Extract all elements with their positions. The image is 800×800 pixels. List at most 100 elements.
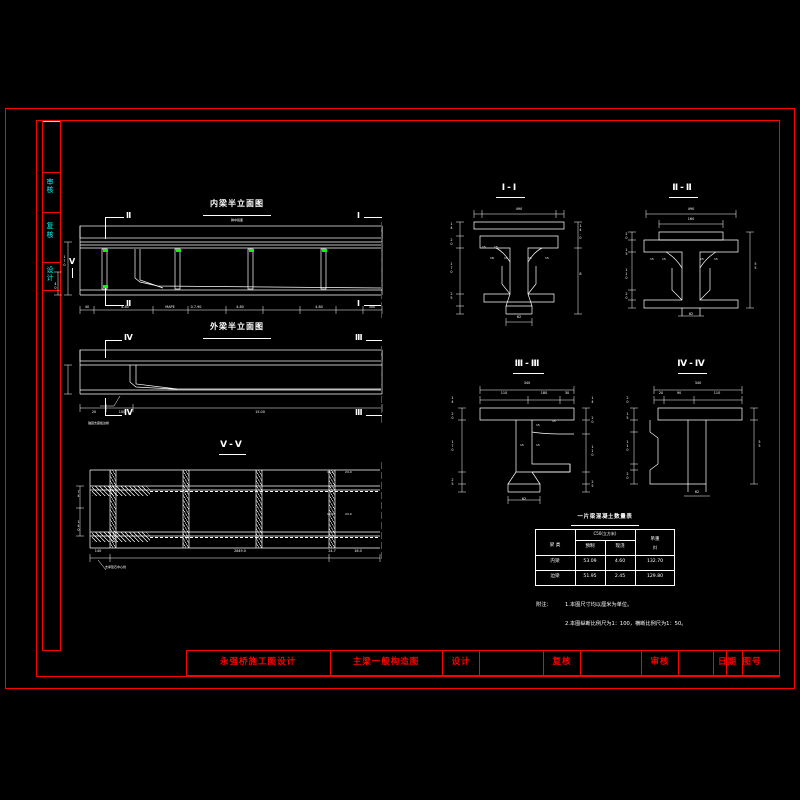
section-2-title: Ⅱ-Ⅱ <box>672 183 694 193</box>
table-row-edge-type: 边梁 <box>550 574 560 579</box>
vv-hatch-top <box>92 486 150 496</box>
vv-dashed-upper <box>150 491 380 492</box>
section-1-inner-5: 15 <box>528 256 532 260</box>
section-4-left-dim-4: 20 <box>625 472 630 480</box>
table-row-inner-precast: 53.09 <box>583 559 597 564</box>
mark-II-top-leader <box>105 217 124 218</box>
mark-I-top-leader <box>364 217 382 218</box>
inner-dim-1: 40 <box>84 305 90 309</box>
tbl-header-unit: (t) <box>652 545 658 550</box>
inner-side-dim-2: 40 <box>53 282 58 290</box>
mark-IV-top-leader <box>105 340 122 341</box>
section-1-inner-1: 15 <box>482 245 486 249</box>
title-block-label-riqi: 日期 <box>718 657 738 667</box>
table-row-inner-cast: 4.60 <box>614 559 626 564</box>
inner-frame-left <box>36 120 37 677</box>
table-row-edge-cast: 2.45 <box>614 574 626 579</box>
margin-box-right <box>60 120 61 650</box>
tb-div-4 <box>543 650 544 676</box>
vv-leader-note: 支承垫石中心线 <box>105 565 127 569</box>
section-1-inner-6: 15 <box>545 256 549 260</box>
tb-bottom <box>186 675 780 676</box>
tb-left <box>186 650 187 676</box>
vv-dashed-lower <box>150 537 380 538</box>
outer-elevation-title: 外梁半立面图 <box>210 322 264 331</box>
section-4-top-dim-1: 340 <box>694 381 702 385</box>
cad-canvas: 审核 复核 设计 内梁半立面图 跨中截面 Ⅱ Ⅰ Ⅱ Ⅰ 40 4.80 MAP… <box>0 0 800 800</box>
vv-label-4: 24.0 <box>345 512 352 516</box>
section-1-left-dim-4: 25 <box>449 292 454 300</box>
tbl-border-top <box>535 529 675 530</box>
vv-plan-geometry <box>76 469 381 571</box>
title-block-drawing-name: 主梁一般构造图 <box>352 657 420 667</box>
vv-title-underline <box>219 454 246 455</box>
section-1-right-dim-1: 14.0 <box>578 224 583 240</box>
vv-side-dim-2: 140 <box>76 520 81 532</box>
section-4-bot-dim: 62 <box>694 490 700 494</box>
section-2-left-dim-2: 15 <box>624 248 629 256</box>
section-4-right-dim-1: 55 <box>757 440 762 448</box>
inner-frame-bottom <box>36 676 780 677</box>
inner-elevation-title-underline <box>203 215 271 216</box>
section-3-left-dim-3: 170 <box>450 440 455 452</box>
margin-box-left <box>42 120 43 650</box>
vv-dim-3: 24.7 <box>328 549 336 553</box>
bearing-4 <box>103 285 108 288</box>
mark-III-top-leader <box>366 340 382 341</box>
quantity-table-title: 一片梁混凝土数量表 <box>577 514 633 520</box>
mark-IV-top-left: Ⅳ <box>124 333 133 342</box>
inner-dim-7: 300 <box>368 305 376 309</box>
title-block-label-sheji: 设计 <box>451 657 471 667</box>
section-4-top-dim-3: 90 <box>676 391 682 395</box>
section-3-left-dim-2: 20 <box>450 412 455 420</box>
bearing-3 <box>249 249 254 252</box>
section-2-left-dim-3: 110 <box>624 268 629 280</box>
title-block: 永强桥施工图设计 主梁一般构造图 设计 复核 审核 图号 <box>186 650 780 676</box>
vv-label-2: 24.0 <box>345 470 352 474</box>
section-3-left-dim-1: 14 <box>450 396 455 404</box>
section-4-left-dim-2: 15 <box>625 412 630 420</box>
section-2-top-dim-1: 490 <box>687 207 695 211</box>
tb-div-3 <box>479 650 480 676</box>
tb-div-6 <box>641 650 642 676</box>
vv-hatch-bottom <box>92 532 150 542</box>
inner-dim-2: 4.80 <box>121 305 129 309</box>
outer-frame-bottom <box>5 688 795 689</box>
table-row-inner-weight: 132.70 <box>646 559 664 564</box>
section-3-top-dim-4: 30 <box>564 391 570 395</box>
section-3-top-dim-1: 340 <box>523 381 531 385</box>
title-block-label-fuhe: 复核 <box>552 657 572 667</box>
outer-elevation-title-underline <box>203 338 271 339</box>
vv-centerline <box>381 462 382 562</box>
tb-div-1 <box>330 650 331 676</box>
section-2-inner-1: 15 <box>650 257 654 261</box>
section-3-inner-4: 15 <box>536 443 540 447</box>
notes-label: 附注： <box>536 602 552 608</box>
vv-dim-4: 16.0 <box>354 549 362 553</box>
title-block-label-tuhao: 图号 <box>742 657 762 667</box>
tb-div-2 <box>442 650 443 676</box>
section-4-left-dim-3: 110 <box>625 440 630 452</box>
section-1-right-dim-2: 8 <box>578 272 583 276</box>
margin-box-bottom <box>42 650 61 651</box>
inner-dim-5: 4.80 <box>236 305 244 309</box>
section-1-left-dim-2: 20 <box>449 238 454 246</box>
outer-dim-3: 15.00 <box>255 410 265 414</box>
inner-centerline <box>381 222 382 318</box>
inner-frame-top <box>36 120 780 121</box>
section-1-inner-4: 15 <box>504 256 508 260</box>
section-3-inner-2: 15 <box>552 419 556 423</box>
margin-highlight <box>43 121 60 122</box>
section-1-bot-dim: 62 <box>516 315 522 319</box>
section-2-title-underline <box>669 197 698 198</box>
margin-divider-2 <box>42 212 61 213</box>
section-4-geometry <box>630 386 758 497</box>
section-3-title: Ⅲ-Ⅲ <box>514 359 542 369</box>
outer-dim-1: 20 <box>91 410 97 414</box>
outer-frame-top <box>5 108 795 109</box>
section-1-left-dim-3: 170 <box>449 262 454 274</box>
section-4-top-dim-2: 20 <box>658 391 664 395</box>
outer-elevation-geometry <box>64 349 383 412</box>
title-block-project: 永强桥施工图设计 <box>219 657 297 667</box>
section-3-right-dim-2: 20 <box>590 416 595 424</box>
